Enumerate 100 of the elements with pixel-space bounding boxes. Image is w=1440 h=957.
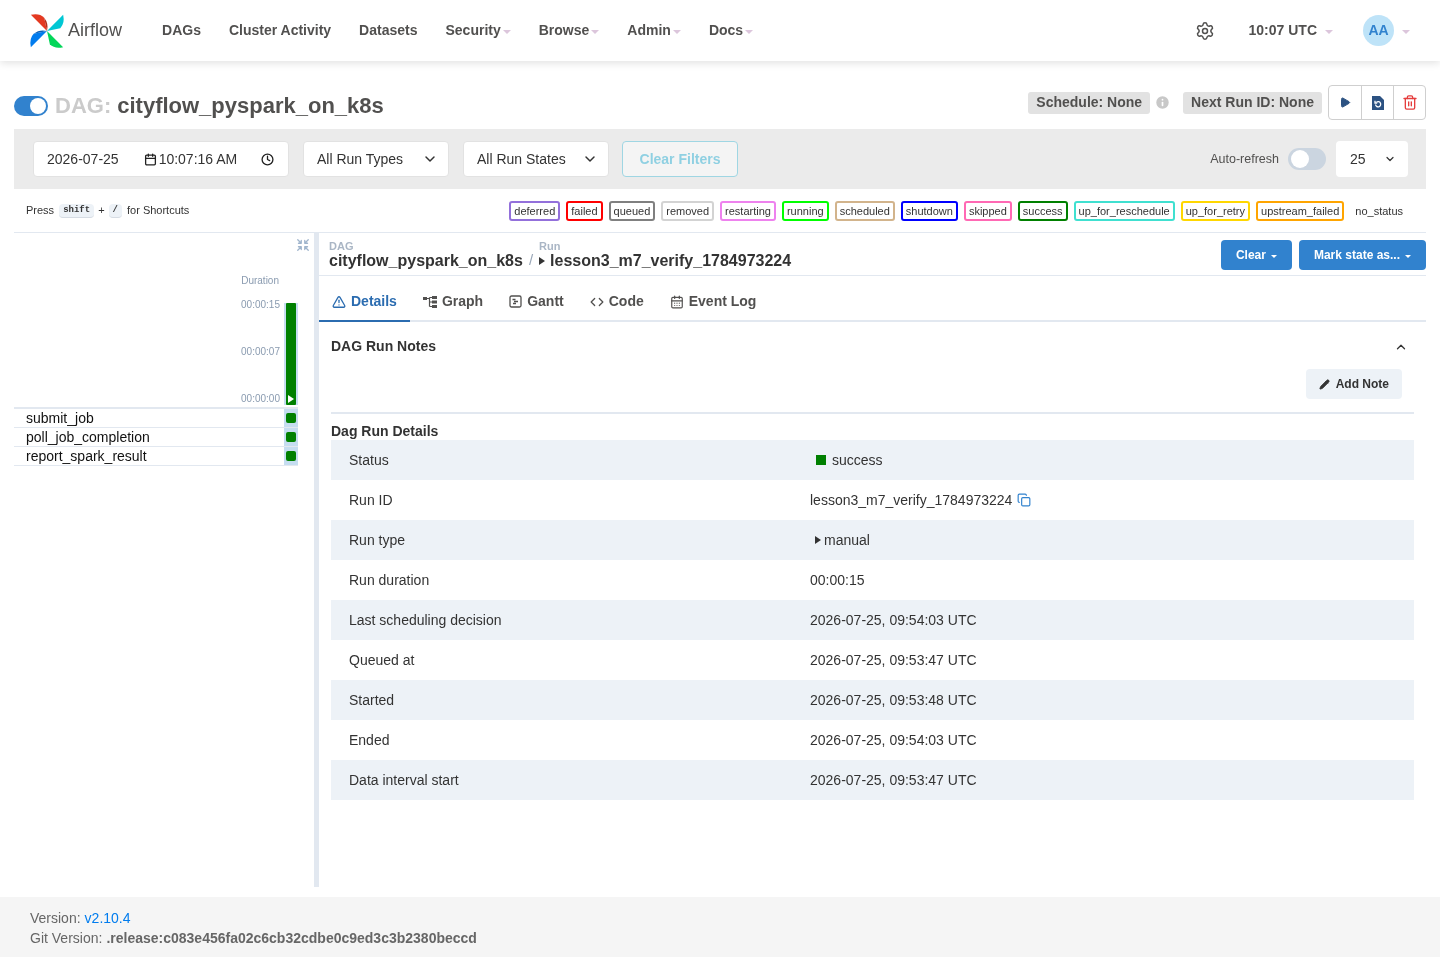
time-value: 10:07:16 AM <box>158 149 238 169</box>
detail-label: Started <box>348 690 396 710</box>
plus-sign: + <box>98 203 105 219</box>
caret-icon <box>745 30 754 34</box>
collapse-icon[interactable] <box>296 238 310 252</box>
duration-tick-label: 00:00:00 <box>241 393 280 405</box>
run-state-select[interactable]: All Run States <box>463 141 609 177</box>
play-icon <box>815 536 821 544</box>
nav-link[interactable]: Browse <box>538 20 600 41</box>
task-status-square[interactable] <box>286 451 296 461</box>
caret-icon <box>1325 30 1333 34</box>
version-link[interactable]: v2.10.4 <box>84 908 131 928</box>
detail-label: Data interval start <box>348 770 460 790</box>
keyboard-key: shift <box>59 203 95 218</box>
trash-icon <box>1401 94 1418 111</box>
state-legend-tag: skipped <box>963 200 1012 221</box>
copy-icon[interactable] <box>1017 493 1032 507</box>
caret-icon <box>1405 254 1411 258</box>
nav-link[interactable]: Docs <box>708 20 754 41</box>
shortcut-hint-text: Press <box>26 203 55 219</box>
nav-link[interactable]: Security <box>445 20 511 41</box>
detail-label: Last scheduling decision <box>348 610 503 630</box>
caret-icon <box>1402 30 1410 34</box>
task-name[interactable]: poll_job_completion <box>14 428 284 446</box>
tab[interactable]: Gantt <box>496 283 577 322</box>
caret-icon <box>591 30 600 34</box>
auto-refresh-switch[interactable] <box>1288 148 1326 170</box>
play-icon <box>539 257 546 265</box>
dag-title: cityflow_pyspark_on_k8s <box>117 92 384 120</box>
state-legend-tag: up_for_reschedule <box>1073 200 1175 221</box>
add-note-button[interactable]: Add Note <box>1305 369 1402 399</box>
task-name[interactable]: report_spark_result <box>14 447 284 465</box>
breadcrumb-separator: / <box>528 249 534 270</box>
auto-refresh-label: Auto-refresh <box>1210 150 1279 168</box>
datetime-field[interactable]: 2026-07-25 10:07:16 AM <box>33 141 289 177</box>
duration-tick-label: 00:00:15 <box>241 299 280 311</box>
nav-link[interactable]: Cluster Activity <box>228 20 332 41</box>
detail-value: 2026-07-25, 09:53:47 UTC <box>810 650 978 670</box>
nav-link[interactable]: Admin <box>627 20 681 41</box>
git-version-label: Git Version: <box>30 929 103 948</box>
brand-name[interactable]: Airflow <box>68 17 122 44</box>
version-label: Version: <box>30 909 81 928</box>
calendar-icon <box>143 152 157 166</box>
play-icon <box>1339 96 1351 109</box>
state-legend-tag: success <box>1017 200 1068 221</box>
detail-label: Run duration <box>348 570 431 590</box>
nav-link[interactable]: DAGs <box>162 20 201 41</box>
next-run-tag: Next Run ID: None <box>1183 91 1322 114</box>
detail-value: manual <box>824 530 870 550</box>
breadcrumb-run-link[interactable]: lesson3_m7_verify_1784973224 <box>550 252 792 270</box>
tab[interactable]: Event Log <box>656 283 770 322</box>
pencil-icon <box>1318 378 1330 390</box>
state-legend-tag: removed <box>661 200 715 221</box>
clock-menu[interactable]: 10:07 UTC <box>1248 20 1333 41</box>
nav-link[interactable]: Datasets <box>359 20 418 41</box>
section-title: DAG Run Notes <box>331 337 436 356</box>
settings-icon[interactable] <box>1194 20 1215 41</box>
play-icon <box>288 395 294 403</box>
state-legend-tag: running <box>781 200 829 221</box>
keyboard-key: / <box>108 203 122 218</box>
task-name[interactable]: submit_job <box>14 409 284 427</box>
state-legend-tag: scheduled <box>834 200 895 221</box>
schedule-tag: Schedule: None <box>1028 91 1151 114</box>
detail-value: 2026-07-25, 09:54:03 UTC <box>810 730 978 750</box>
tab[interactable]: Details <box>319 283 410 322</box>
detail-value: 00:00:15 <box>810 570 866 590</box>
shortcut-hint-text: for Shortcuts <box>127 203 190 219</box>
action-menu-button[interactable]: Clear <box>1220 240 1292 270</box>
detail-label: Ended <box>348 730 391 750</box>
detail-value: 2026-07-25, 09:54:03 UTC <box>810 610 978 630</box>
page-size-select[interactable]: 25 <box>1336 141 1408 177</box>
action-menu-button[interactable]: Mark state as... <box>1298 240 1426 270</box>
dag-toggle-switch[interactable] <box>14 95 48 116</box>
state-legend-tag: restarting <box>720 200 776 221</box>
duration-axis-title: Duration <box>241 275 280 287</box>
tab[interactable]: Graph <box>409 283 497 322</box>
caret-icon <box>1270 254 1277 258</box>
duration-tick-label: 00:00:07 <box>241 346 280 358</box>
state-legend-tag: deferred <box>509 200 561 221</box>
detail-value: lesson3_m7_verify_1784973224 <box>810 490 1013 510</box>
section-title: Dag Run Details <box>331 422 440 440</box>
date-value: 2026-07-25 <box>47 149 119 169</box>
breadcrumb-dag-link[interactable]: cityflow_pyspark_on_k8s <box>329 252 523 270</box>
state-legend-tag: up_for_retry <box>1180 200 1250 221</box>
git-version-value: .release:c083e456fa02c6cb32cdbe0c9ed3c3b2380beccd <box>106 929 477 948</box>
clock-icon <box>261 152 274 166</box>
run-type-select[interactable]: All Run Types <box>303 141 449 177</box>
caret-icon <box>502 30 511 34</box>
chart-file-icon <box>509 295 523 308</box>
detail-label: Run ID <box>348 490 394 510</box>
tab[interactable]: Code <box>576 283 657 322</box>
task-status-square[interactable] <box>286 413 296 423</box>
task-status-square[interactable] <box>286 432 296 442</box>
detail-label: Queued at <box>348 650 416 670</box>
file-refresh-icon <box>1370 94 1385 111</box>
warning-icon <box>332 294 346 309</box>
state-legend-tag: queued <box>608 200 656 221</box>
breadcrumb-label: Run <box>539 240 562 252</box>
state-legend-tag: no_status <box>1350 200 1408 221</box>
state-legend-tag: shutdown <box>900 200 958 221</box>
